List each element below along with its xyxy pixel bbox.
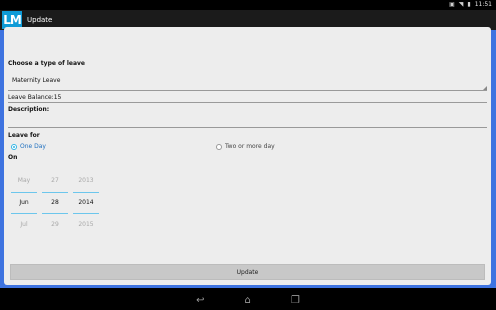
leave-for-label: Leave for bbox=[8, 132, 40, 139]
status-time: 11:51 bbox=[474, 1, 492, 8]
year-current[interactable]: 2014 bbox=[73, 192, 99, 214]
year-prev[interactable]: 2013 bbox=[73, 170, 99, 192]
leave-type-label: Choose a type of leave bbox=[8, 60, 85, 67]
radio-unselected-icon bbox=[216, 143, 222, 150]
day-next[interactable]: 29 bbox=[42, 214, 68, 236]
divider bbox=[8, 102, 487, 103]
month-current[interactable]: Jun bbox=[11, 192, 37, 214]
year-next[interactable]: 2015 bbox=[73, 214, 99, 236]
recent-apps-icon[interactable]: ❐ bbox=[291, 295, 300, 306]
home-icon[interactable]: ⌂ bbox=[245, 295, 251, 306]
radio-one-day[interactable]: One Day bbox=[11, 143, 46, 150]
radio-one-day-label: One Day bbox=[20, 143, 46, 150]
on-label: On bbox=[8, 154, 18, 161]
radio-two-or-more[interactable]: Two or more day bbox=[216, 143, 275, 150]
battery-icon: ▮ bbox=[467, 1, 471, 8]
update-button[interactable]: Update bbox=[10, 264, 485, 280]
leave-type-spinner[interactable]: Maternity Leave bbox=[8, 71, 487, 91]
status-bar: ▣ ◥ ▮ 11:51 bbox=[0, 0, 496, 10]
year-picker[interactable]: 2013 2014 2015 bbox=[73, 170, 99, 236]
screenshot-icon: ▣ bbox=[449, 1, 455, 8]
description-field[interactable] bbox=[8, 110, 487, 128]
page-title: Update bbox=[27, 16, 53, 24]
month-next[interactable]: Jul bbox=[11, 214, 37, 236]
radio-two-or-more-label: Two or more day bbox=[225, 143, 275, 150]
month-picker[interactable]: May Jun Jul bbox=[11, 170, 37, 236]
wifi-icon: ◥ bbox=[458, 1, 464, 8]
spinner-arrow-icon bbox=[483, 86, 487, 90]
leave-form-card: Choose a type of leave Maternity Leave L… bbox=[4, 27, 491, 285]
month-prev[interactable]: May bbox=[11, 170, 37, 192]
radio-selected-icon bbox=[11, 143, 17, 150]
day-picker[interactable]: 27 28 29 bbox=[42, 170, 68, 236]
day-current[interactable]: 28 bbox=[42, 192, 68, 214]
back-icon[interactable]: ↩ bbox=[196, 295, 204, 306]
navigation-bar: ↩ ⌂ ❐ bbox=[0, 290, 496, 310]
day-prev[interactable]: 27 bbox=[42, 170, 68, 192]
leave-balance: Leave Balance:15 bbox=[8, 94, 62, 101]
status-icons: ▣ ◥ ▮ 11:51 bbox=[449, 1, 492, 8]
leave-type-value: Maternity Leave bbox=[12, 77, 61, 84]
